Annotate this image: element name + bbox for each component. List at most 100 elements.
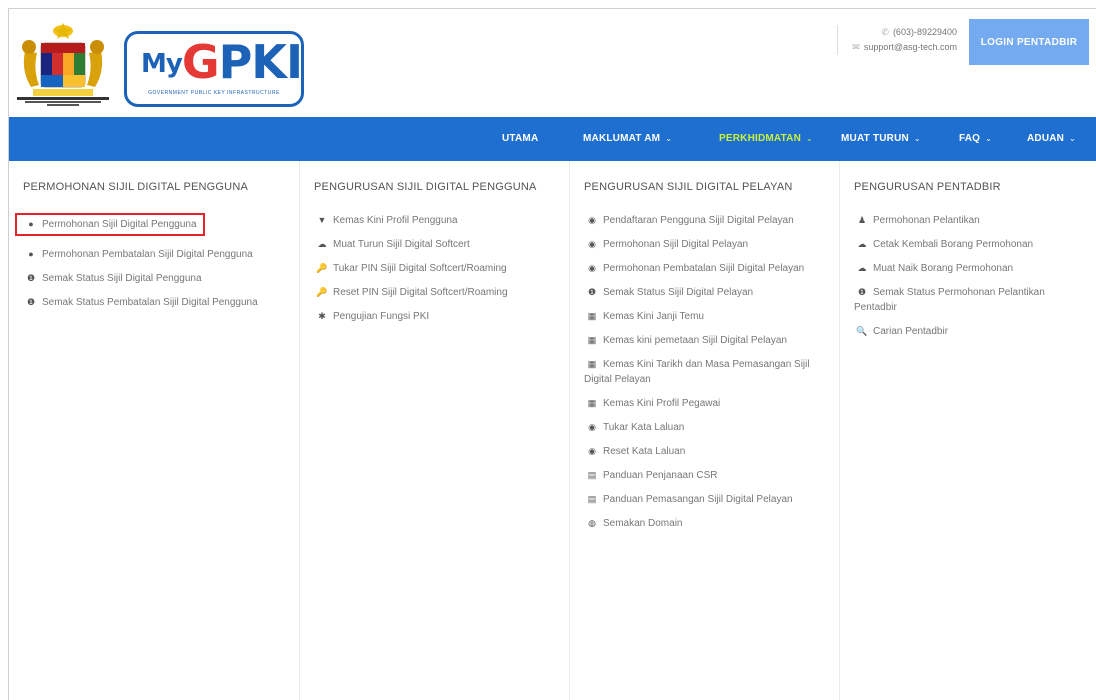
nav-muat-turun-label: MUAT TURUN: [841, 133, 909, 144]
search-icon: 🔍: [856, 326, 868, 336]
menu-item-pengujian-fungsi-pki[interactable]: ✱ Pengujian Fungsi PKI: [314, 309, 559, 324]
menu-item-semak-status-pelayan[interactable]: ❶ Semak Status Sijil Digital Pelayan: [584, 285, 829, 300]
list-icon: ▦: [587, 359, 597, 369]
nav-perkhidmatan[interactable]: PERKHIDMATAN ⌄: [719, 117, 813, 161]
menu-item-label: Permohonan Sijil Digital Pelayan: [603, 239, 749, 250]
menu-item-carian-pentadbir[interactable]: 🔍 Carian Pentadbir: [854, 324, 1087, 339]
logo-wordmark: MyGPKI: [141, 35, 303, 90]
chevron-down-icon: ⌄: [665, 134, 673, 143]
highlight-box: ● Permohonan Sijil Digital Pengguna: [15, 213, 205, 236]
menu-item-reset-pin[interactable]: 🔑 Reset PIN Sijil Digital Softcert/Roamin…: [314, 285, 559, 300]
cloud-upload-icon: ☁: [857, 263, 867, 273]
contact-email[interactable]: support@asg-tech.com: [864, 42, 957, 52]
nav-perkhidmatan-label: PERKHIDMATAN: [719, 133, 802, 144]
menu-item-muat-turun-softcert[interactable]: ☁ Muat Turun Sijil Digital Softcert: [314, 237, 559, 252]
page-frame: MyGPKI GOVERNMENT PUBLIC KEY INFRASTRUCT…: [8, 8, 1096, 700]
info-icon: ❶: [26, 273, 36, 283]
contact-info: ✆ (603)-89229400 ✉ support@asg-tech.com: [837, 25, 957, 55]
info-icon: ❶: [857, 287, 867, 297]
key-icon: 🔑: [316, 287, 328, 297]
bullet-icon: ●: [28, 219, 34, 229]
menu-item-label: Permohonan Pembatalan Sijil Digital Pela…: [603, 263, 805, 274]
menu-item-label: Carian Pentadbir: [873, 326, 949, 337]
menu-item-label: Semak Status Sijil Digital Pelayan: [603, 287, 754, 298]
menu-item-label: Cetak Kembali Borang Permohonan: [873, 239, 1034, 250]
phone-icon: ✆: [881, 27, 889, 37]
nav-muat-turun[interactable]: MUAT TURUN ⌄: [841, 117, 921, 161]
envelope-icon: ✉: [852, 42, 860, 52]
menu-item-panduan-pemasangan[interactable]: ▤ Panduan Pemasangan Sijil Digital Pelaya…: [584, 492, 829, 507]
globe-icon: ◉: [588, 446, 596, 456]
list-icon: ▦: [587, 311, 597, 321]
column-title: PERMOHONAN SIJIL DIGITAL PENGGUNA: [23, 181, 249, 193]
menu-column-pengurusan-pentadbir: PENGURUSAN PENTADBIR ♟ Permohonan Pelanti…: [839, 161, 1096, 700]
menu-item-label: Panduan Pemasangan Sijil Digital Pelayan: [603, 494, 793, 505]
nav-utama-label: UTAMA: [502, 133, 539, 144]
menu-item-tukar-kata-laluan[interactable]: ◉ Tukar Kata Laluan: [584, 420, 829, 435]
menu-item-tukar-pin[interactable]: 🔑 Tukar PIN Sijil Digital Softcert/Roamin…: [314, 261, 559, 276]
menu-item-label: Semak Status Pembatalan Sijil Digital Pe…: [42, 297, 258, 308]
menu-list: ● Permohonan Sijil Digital Pengguna ● Perm…: [15, 213, 289, 319]
menu-item-semak-status-pengguna[interactable]: ❶ Semak Status Sijil Digital Pengguna: [23, 271, 289, 286]
main-navbar: UTAMA MAKLUMAT AM ⌄ PERKHIDMATAN ⌄ MUAT TU…: [9, 117, 1096, 161]
menu-item-kemas-kini-tarikh-masa[interactable]: ▦ Kemas Kini Tarikh dan Masa Pemasangan S…: [584, 357, 829, 387]
chevron-down-icon: ⌄: [806, 134, 813, 143]
menu-list: ▼ Kemas Kini Profil Pengguna ☁ Muat Turun …: [314, 213, 559, 333]
menu-item-muat-naik-borang[interactable]: ☁ Muat Naik Borang Permohonan: [854, 261, 1087, 276]
key-icon: 🔑: [316, 263, 328, 273]
cloud-download-icon: ☁: [317, 239, 327, 249]
menu-item-label: Kemas Kini Tarikh dan Masa Pemasangan Si…: [584, 359, 810, 385]
list-icon: ▦: [587, 398, 597, 408]
menu-item-panduan-penjanaan-csr[interactable]: ▤ Panduan Penjanaan CSR: [584, 468, 829, 483]
menu-item-label: Kemas kini pemetaan Sijil Digital Pelaya…: [603, 335, 787, 346]
menu-item-label: Permohonan Sijil Digital Pengguna: [42, 219, 197, 230]
list-icon: ▦: [587, 335, 597, 345]
chevron-down-icon: ⌄: [913, 134, 921, 143]
cloud-icon: ☁: [857, 239, 867, 249]
menu-item-permohonan-pelayan[interactable]: ◉ Permohonan Sijil Digital Pelayan: [584, 237, 829, 252]
logo-pki: PKI: [218, 35, 303, 89]
nav-maklumat-am[interactable]: MAKLUMAT AM ⌄: [583, 117, 672, 161]
nav-aduan[interactable]: ADUAN ⌄: [1027, 117, 1076, 161]
menu-item-permohonan-pembatalan-pengguna[interactable]: ● Permohonan Pembatalan Sijil Digital Pen…: [23, 247, 289, 262]
mygpki-logo: MyGPKI GOVERNMENT PUBLIC KEY INFRASTRUCT…: [124, 31, 304, 107]
menu-item-permohonan-pelantikan[interactable]: ♟ Permohonan Pelantikan: [854, 213, 1087, 228]
nav-utama[interactable]: UTAMA: [502, 117, 538, 161]
menu-item-reset-kata-laluan[interactable]: ◉ Reset Kata Laluan: [584, 444, 829, 459]
column-title: PENGURUSAN PENTADBIR: [854, 181, 1001, 193]
menu-item-label: Muat Naik Borang Permohonan: [873, 263, 1014, 274]
menu-item-cetak-kembali-borang[interactable]: ☁ Cetak Kembali Borang Permohonan: [854, 237, 1087, 252]
globe-icon: ◉: [588, 215, 596, 225]
menu-item-semak-status-pembatalan-pengguna[interactable]: ❶ Semak Status Pembatalan Sijil Digital P…: [23, 295, 289, 310]
bullet-icon: ●: [28, 249, 34, 259]
menu-list: ◉ Pendaftaran Pengguna Sijil Digital Pela…: [584, 213, 829, 540]
logo-my: My: [141, 49, 183, 79]
menu-item-permohonan-sijil-digital-pengguna[interactable]: ● Permohonan Sijil Digital Pengguna: [15, 213, 289, 236]
column-title: PENGURUSAN SIJIL DIGITAL PELAYAN: [584, 181, 793, 193]
menu-item-kemas-kini-janji-temu[interactable]: ▦ Kemas Kini Janji Temu: [584, 309, 829, 324]
table-icon: ▤: [587, 470, 597, 480]
menu-item-kemas-kini-pemetaan[interactable]: ▦ Kemas kini pemetaan Sijil Digital Pelay…: [584, 333, 829, 348]
chevron-down-icon: ⌄: [985, 134, 993, 143]
menu-item-label: Tukar Kata Laluan: [603, 422, 685, 433]
contact-phone-row: ✆ (603)-89229400: [852, 25, 957, 40]
menu-item-label: Kemas Kini Janji Temu: [603, 311, 704, 322]
menu-item-pendaftaran-pengguna-pelayan[interactable]: ◉ Pendaftaran Pengguna Sijil Digital Pela…: [584, 213, 829, 228]
contact-phone: (603)-89229400: [892, 27, 957, 37]
contact-email-row[interactable]: ✉ support@asg-tech.com: [852, 40, 957, 55]
logo-g: G: [181, 35, 220, 89]
coat-of-arms-logo: [17, 23, 109, 106]
globe-icon: ◉: [588, 422, 596, 432]
info-icon: ❶: [587, 287, 597, 297]
menu-item-semak-status-pelantikan[interactable]: ❶ Semak Status Permohonan Pelantikan Pent…: [854, 285, 1087, 315]
menu-item-label: Muat Turun Sijil Digital Softcert: [333, 239, 470, 250]
login-admin-button[interactable]: LOGIN PENTADBIR: [969, 19, 1089, 65]
menu-item-kemas-kini-profil-pengguna[interactable]: ▼ Kemas Kini Profil Pengguna: [314, 213, 559, 228]
chevron-down-icon: ⌄: [1069, 134, 1077, 143]
menu-item-semakan-domain[interactable]: ◍ Semakan Domain: [584, 516, 829, 531]
menu-item-pembatalan-pelayan[interactable]: ◉ Permohonan Pembatalan Sijil Digital Pel…: [584, 261, 829, 276]
column-title: PENGURUSAN SIJIL DIGITAL PENGGUNA: [314, 181, 537, 193]
menu-item-label: Semak Status Permohonan Pelantikan Penta…: [854, 287, 1045, 313]
menu-item-kemas-kini-profil-pegawai[interactable]: ▦ Kemas Kini Profil Pegawai: [584, 396, 829, 411]
nav-faq[interactable]: FAQ ⌄: [959, 117, 992, 161]
